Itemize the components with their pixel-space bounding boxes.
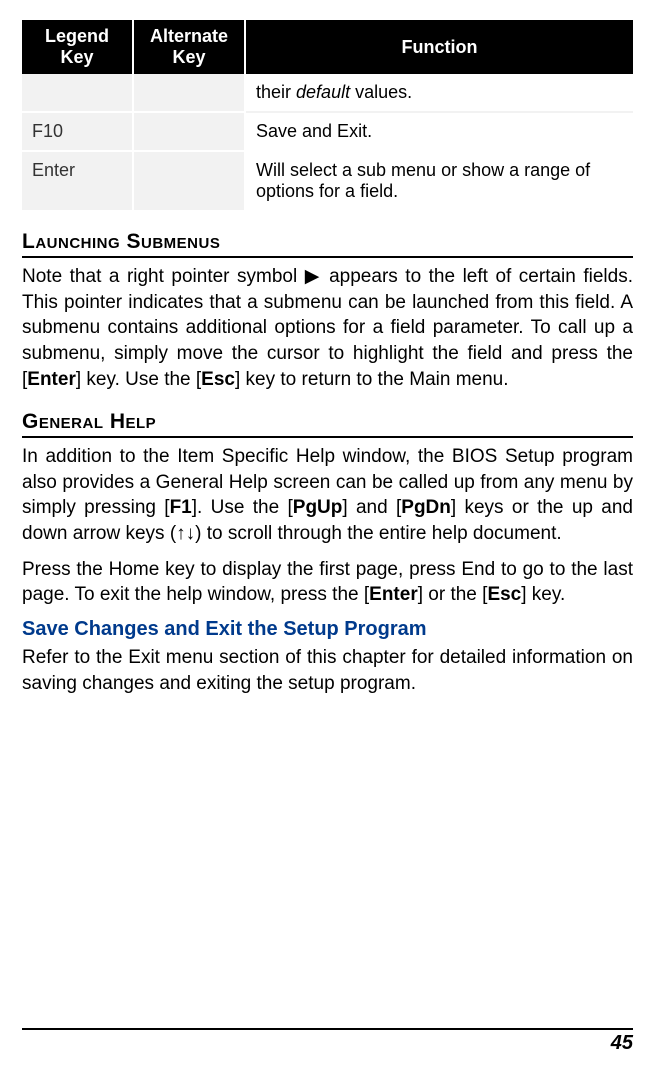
key-pgdn: PgDn [401, 497, 451, 518]
footer-divider [22, 1028, 633, 1030]
fn-text: values. [350, 82, 412, 102]
text: ] key to return to the Main menu. [235, 369, 509, 390]
divider [22, 436, 633, 438]
key-pgup: PgUp [293, 497, 343, 518]
document-page: Legend Key Alternate Key Function their … [0, 0, 655, 1077]
key-esc: Esc [487, 584, 521, 605]
cell-legend: F10 [22, 112, 133, 151]
key-enter: Enter [369, 584, 418, 605]
subheading-save-changes: Save Changes and Exit the Setup Program [22, 618, 633, 641]
table-row: their default values. [22, 74, 633, 112]
header-function: Function [245, 20, 633, 74]
section-heading-launching: Launching Submenus [22, 230, 633, 254]
section-heading-general-help: General Help [22, 410, 633, 434]
cell-alt [133, 74, 245, 112]
cell-function: their default values. [245, 74, 633, 112]
text: ] key. Use the [ [76, 369, 201, 390]
legend-key-table: Legend Key Alternate Key Function their … [22, 20, 633, 212]
key-enter: Enter [27, 369, 76, 390]
header-alternate-key: Alternate Key [133, 20, 245, 74]
paragraph: In addition to the Item Specific Help wi… [22, 444, 633, 547]
paragraph: Note that a right pointer symbol ▶ appea… [22, 264, 633, 392]
divider [22, 256, 633, 258]
page-footer: 45 [22, 1028, 633, 1055]
page-number: 45 [22, 1032, 633, 1055]
table-header-row: Legend Key Alternate Key Function [22, 20, 633, 74]
cell-alt [133, 112, 245, 151]
fn-italic: default [296, 82, 350, 102]
text: ] and [ [342, 497, 401, 518]
paragraph: Press the Home key to display the first … [22, 557, 633, 608]
cell-alt [133, 151, 245, 211]
table-row: Enter Will select a sub menu or show a r… [22, 151, 633, 211]
cell-function: Will select a sub menu or show a range o… [245, 151, 633, 211]
text: Note that a right pointer symbol [22, 266, 305, 287]
cell-function: Save and Exit. [245, 112, 633, 151]
cell-legend: Enter [22, 151, 133, 211]
key-f1: F1 [170, 497, 192, 518]
cell-legend [22, 74, 133, 112]
header-legend-key: Legend Key [22, 20, 133, 74]
right-pointer-icon: ▶ [305, 266, 322, 287]
paragraph: Refer to the Exit menu section of this c… [22, 645, 633, 696]
key-esc: Esc [201, 369, 235, 390]
table-row: F10 Save and Exit. [22, 112, 633, 151]
text: ]. Use the [ [192, 497, 293, 518]
fn-text: their [256, 82, 296, 102]
text: ] key. [521, 584, 565, 605]
text: ] or the [ [418, 584, 488, 605]
